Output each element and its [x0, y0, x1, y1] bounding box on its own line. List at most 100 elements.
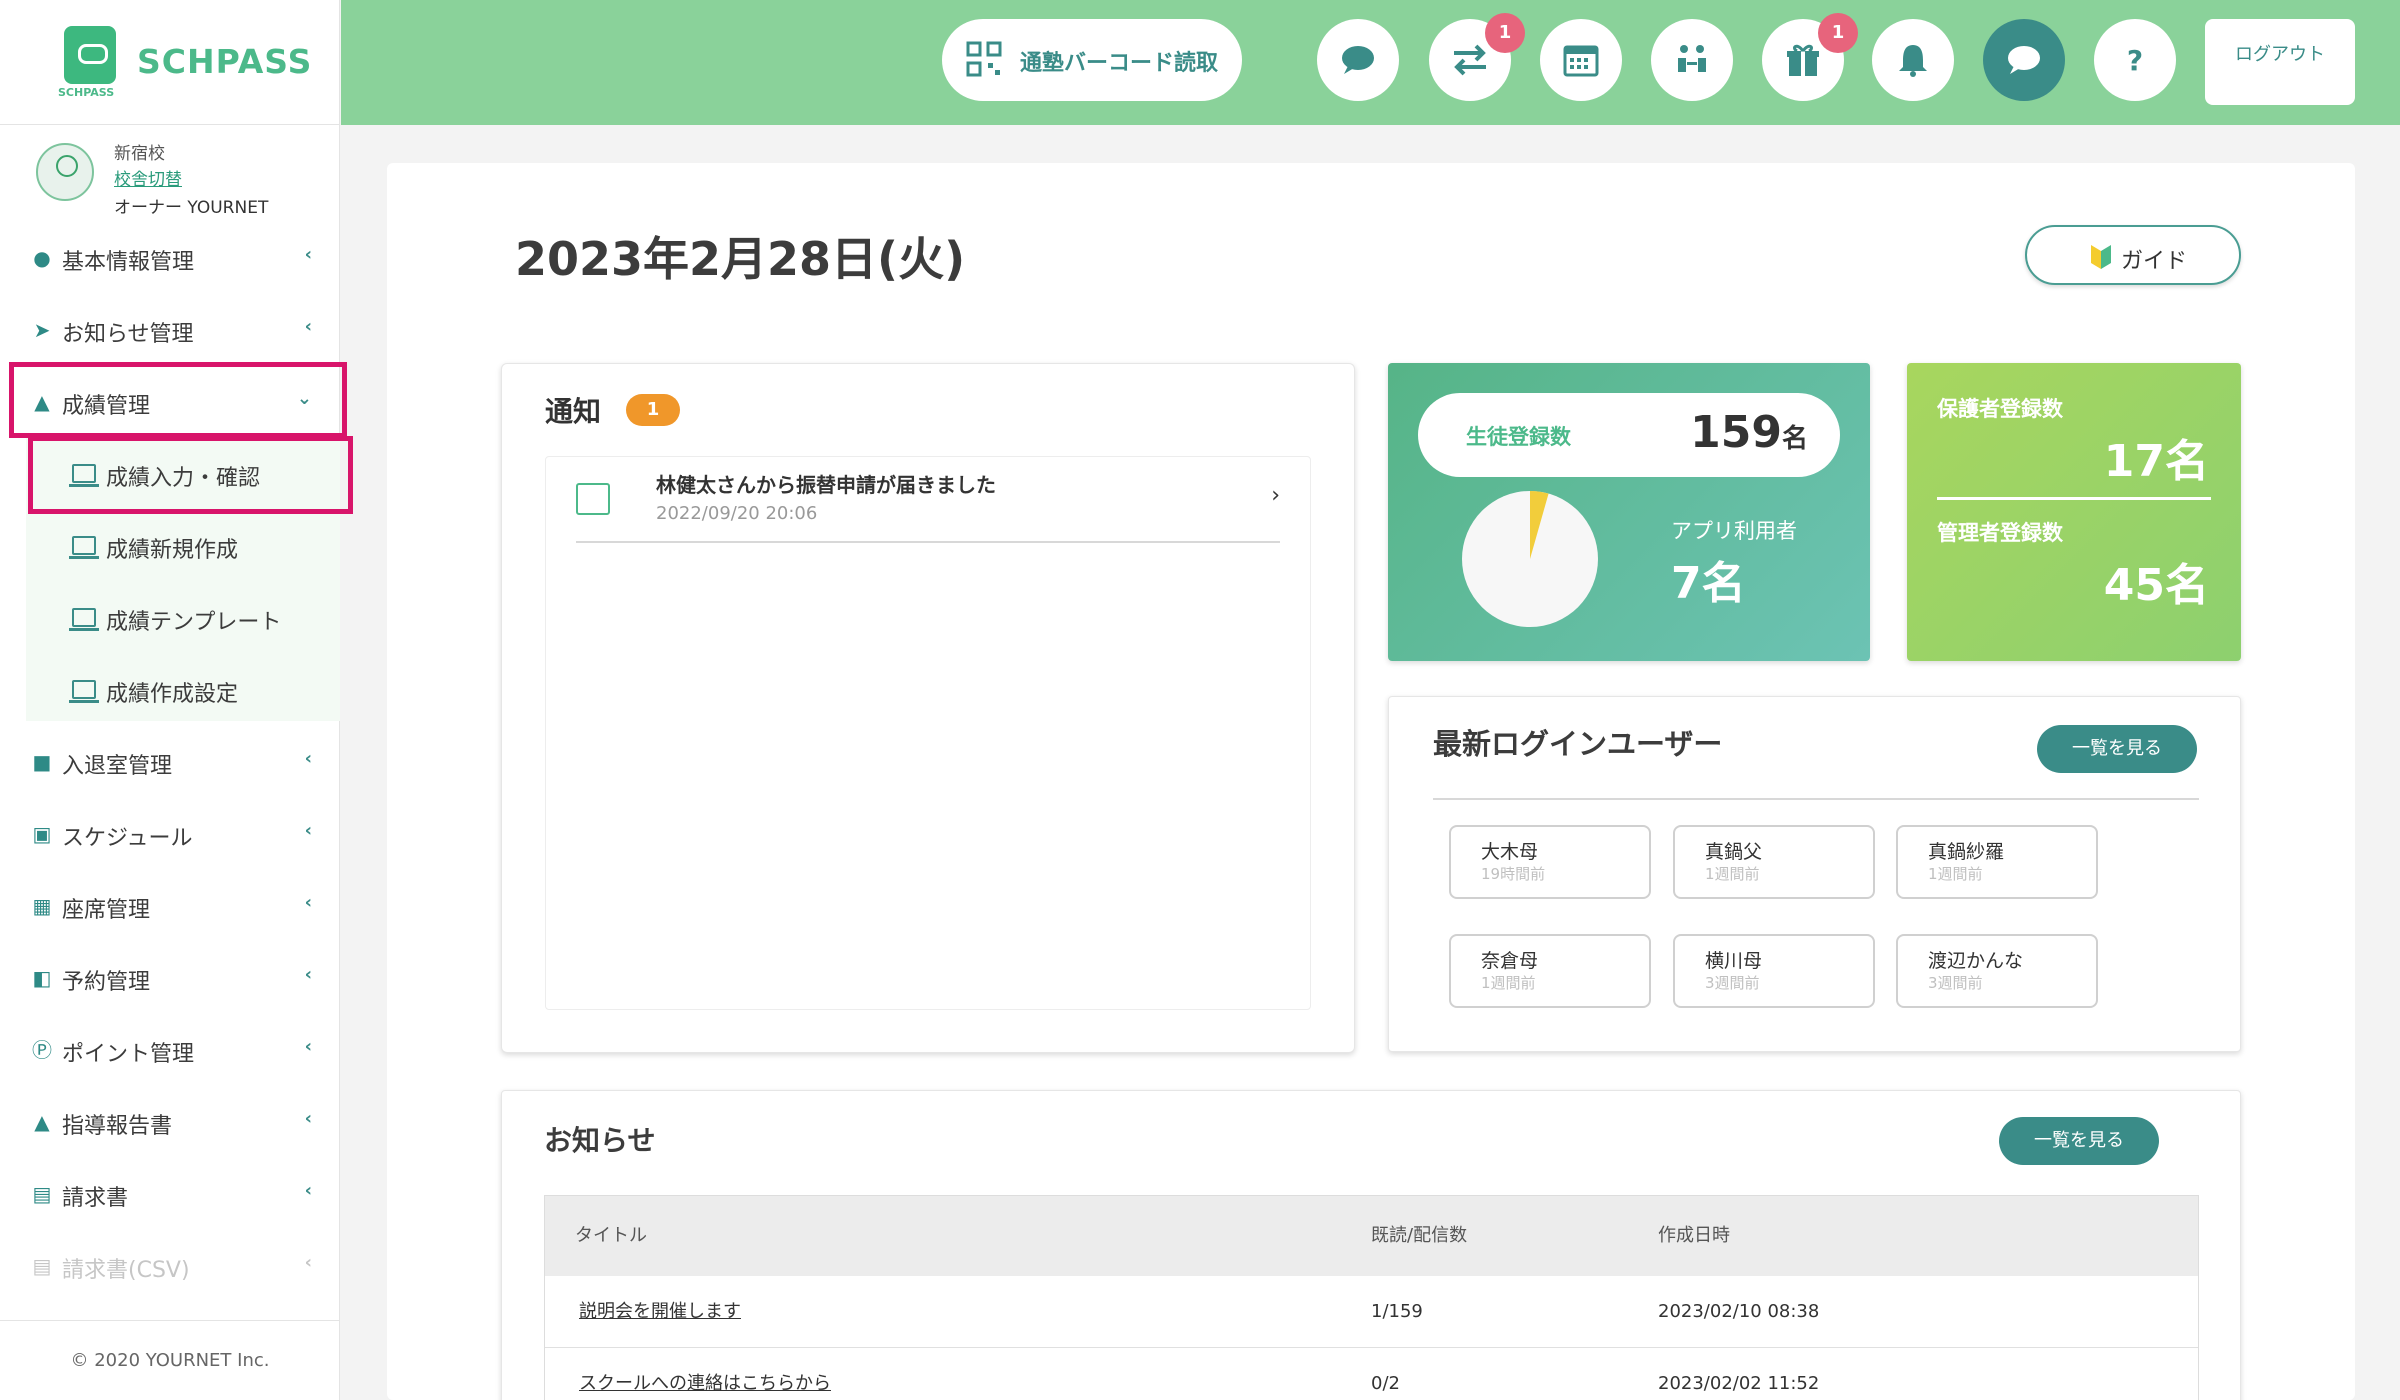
laptop-icon: [69, 608, 99, 631]
beginner-mark-icon: [2091, 245, 2111, 269]
school-owner: オーナー YOURNET: [114, 198, 269, 218]
chat-bubble-icon: [1342, 46, 1374, 74]
sidebar-item-schedule[interactable]: ▣ スケジュール ‹: [0, 798, 340, 870]
gift-badge: 1: [1818, 13, 1858, 53]
sidebar-item-label: 入退室管理: [62, 754, 173, 779]
barcode-label: 通塾バーコード読取: [1020, 51, 1219, 76]
table-row: 説明会を開催します 1/159 2023/02/10 08:38: [545, 1276, 2198, 1348]
submenu-item-label: 成績テンプレート: [106, 610, 282, 635]
invoice-icon: ▤: [32, 1182, 52, 1206]
avatar: [36, 143, 94, 201]
student-count-pill: 生徒登録数 159名: [1418, 393, 1840, 477]
notification-item-date: 2022/09/20 20:06: [656, 503, 818, 524]
sidebar-item-label: 予約管理: [62, 970, 151, 995]
login-view-all-button[interactable]: 一覧を見る: [2037, 725, 2197, 773]
school-switch-link[interactable]: 校舎切替: [114, 165, 182, 190]
brand-name: SCHPASS: [137, 42, 313, 81]
stats-divider: [1937, 497, 2211, 500]
message-button[interactable]: [1983, 19, 2065, 101]
sidebar-item-attendance[interactable]: ■ 入退室管理 ‹: [0, 726, 340, 798]
table-header: タイトル 既読/配信数 作成日時: [545, 1196, 2198, 1276]
gift-icon: [1787, 44, 1819, 76]
school-info: 新宿校 校舎切替 オーナー YOURNET: [0, 125, 339, 225]
chevron-left-icon: ‹: [304, 892, 312, 913]
sidebar-item-reservation[interactable]: ◧ 予約管理 ‹: [0, 942, 340, 1014]
sidebar-item-invoice[interactable]: ▤ 請求書 ‹: [0, 1158, 340, 1230]
invoice-icon: ▤: [32, 1254, 52, 1278]
user-icon: ●: [33, 246, 51, 270]
meeting-button[interactable]: [1651, 19, 1733, 101]
barcode-scan-button[interactable]: 通塾バーコード読取: [942, 19, 1242, 101]
gift-button[interactable]: 1: [1762, 13, 1858, 101]
sidebar-item-basic-info[interactable]: ● 基本情報管理 ‹: [0, 222, 340, 294]
login-user-time: 19時間前: [1481, 865, 1546, 883]
sidebar-item-points[interactable]: Ⓟ ポイント管理 ‹: [0, 1014, 340, 1086]
login-user-card[interactable]: 奈倉母 1週間前: [1449, 934, 1651, 1008]
notification-button[interactable]: [1872, 19, 1954, 101]
news-table: タイトル 既読/配信数 作成日時 説明会を開催します 1/159 2023/02…: [544, 1195, 2199, 1400]
notification-item[interactable]: 林健太さんから振替申請が届きました 2022/09/20 20:06 ›: [576, 457, 1280, 543]
column-header-read: 既読/配信数: [1371, 1225, 1468, 1246]
chevron-left-icon: ‹: [304, 244, 312, 265]
sidebar-item-label: 請求書: [62, 1186, 129, 1211]
login-user-name: 真鍋父: [1705, 841, 1763, 863]
logout-button[interactable]: ログアウト: [2205, 19, 2355, 105]
submenu-item-label: 成績作成設定: [106, 682, 239, 707]
login-user-name: 渡辺かんな: [1928, 950, 2024, 972]
sidebar-item-invoice-csv: ▤ 請求書(CSV) ‹: [0, 1230, 340, 1302]
sidebar-item-label: 指導報告書: [62, 1114, 173, 1139]
guardian-count-label: 保護者登録数: [1937, 397, 2063, 421]
transfer-calendar-icon: [576, 483, 610, 515]
notification-title: 通知: [545, 395, 602, 428]
qr-code-icon: [966, 41, 1002, 77]
chevron-left-icon: ‹: [304, 820, 312, 841]
calendar-check-icon: ▣: [32, 822, 52, 846]
main-panel: 2023年2月28日(火) ガイド 通知 1 林健太さんから振替申請が届きました…: [387, 163, 2355, 1400]
student-stats-card: 生徒登録数 159名 アプリ利用者 7名: [1388, 363, 1870, 661]
paper-plane-icon: ➤: [33, 318, 51, 342]
student-count-unit: 名: [1781, 424, 1808, 454]
chevron-left-icon: ‹: [304, 964, 312, 985]
news-card: お知らせ 一覧を見る タイトル 既読/配信数 作成日時 説明会を開催します 1/…: [501, 1090, 2241, 1400]
chat-button[interactable]: [1317, 19, 1399, 101]
graduation-cap-icon: ▲: [34, 1110, 50, 1134]
login-user-name: 大木母: [1481, 841, 1539, 863]
sidebar-item-label: 座席管理: [62, 898, 151, 923]
calendar-button[interactable]: [1540, 19, 1622, 101]
notification-count-badge: 1: [626, 394, 680, 426]
news-title-link[interactable]: スクールへの連絡はこちらから: [579, 1348, 831, 1400]
transfer-button[interactable]: 1: [1429, 13, 1525, 101]
sidebar-item-label: 請求書(CSV): [62, 1258, 190, 1283]
laptop-icon: [69, 536, 99, 559]
sidebar-item-reports[interactable]: ▲ 指導報告書 ‹: [0, 1086, 340, 1158]
laptop-icon: [69, 680, 99, 703]
help-button[interactable]: ?: [2094, 19, 2176, 101]
login-user-card[interactable]: 真鍋紗羅 1週間前: [1896, 825, 2098, 899]
latest-login-title: 最新ログインユーザー: [1433, 727, 1723, 761]
logo[interactable]: SCHPASS SCHPASS: [0, 0, 339, 125]
calendar-icon: [1563, 45, 1599, 77]
sidebar-item-notice[interactable]: ➤ お知らせ管理 ‹: [0, 294, 340, 366]
sidebar-item-seats[interactable]: ▦ 座席管理 ‹: [0, 870, 340, 942]
submenu-item-grade-settings[interactable]: 成績作成設定: [26, 654, 340, 726]
login-user-card[interactable]: 横川母 3週間前: [1673, 934, 1875, 1008]
chevron-left-icon: ‹: [304, 1108, 312, 1129]
submenu-item-grade-new[interactable]: 成績新規作成: [26, 510, 340, 582]
login-user-card[interactable]: 渡辺かんな 3週間前: [1896, 934, 2098, 1008]
grid-calendar-icon: ▦: [32, 894, 52, 918]
bell-icon: [1899, 45, 1927, 77]
login-user-time: 1週間前: [1705, 865, 1760, 883]
news-view-all-button[interactable]: 一覧を見る: [1999, 1117, 2159, 1165]
logo-icon: [64, 26, 116, 84]
login-user-card[interactable]: 真鍋父 1週間前: [1673, 825, 1875, 899]
guide-button[interactable]: ガイド: [2025, 225, 2241, 285]
submenu-item-label: 成績新規作成: [106, 538, 239, 563]
question-icon: ?: [2127, 44, 2143, 77]
login-user-card[interactable]: 大木母 19時間前: [1449, 825, 1651, 899]
login-user-name: 真鍋紗羅: [1928, 841, 2005, 863]
submenu-item-grade-template[interactable]: 成績テンプレート: [26, 582, 340, 654]
student-count-number: 159: [1690, 407, 1782, 458]
login-user-name: 横川母: [1705, 950, 1763, 972]
notification-list: 林健太さんから振替申請が届きました 2022/09/20 20:06 ›: [545, 456, 1311, 1010]
news-title-link[interactable]: 説明会を開催します: [579, 1276, 741, 1348]
